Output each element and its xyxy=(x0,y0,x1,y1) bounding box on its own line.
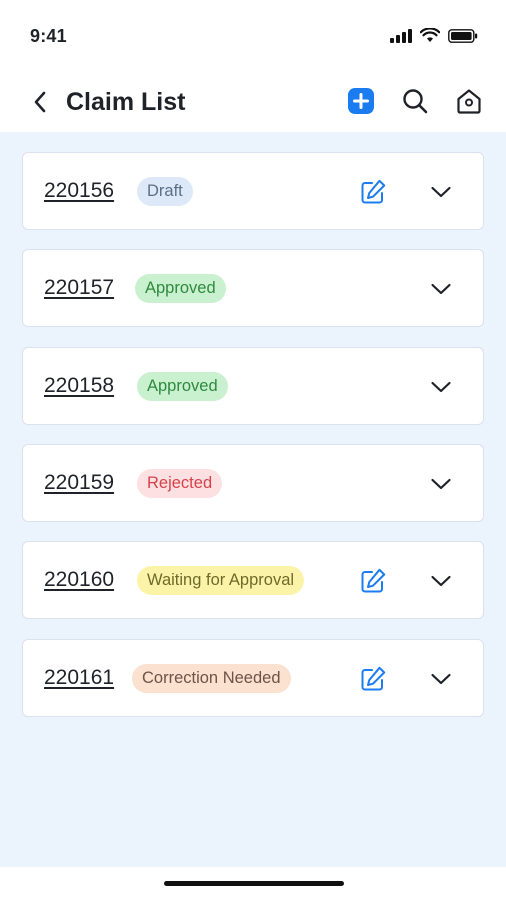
chevron-down-icon xyxy=(431,575,451,587)
expand-button[interactable] xyxy=(425,371,457,403)
claim-card[interactable]: 220160 Waiting for Approval xyxy=(22,541,484,619)
claim-id-link[interactable]: 220158 xyxy=(44,372,114,400)
edit-icon xyxy=(361,179,386,204)
bottom-area xyxy=(0,867,506,900)
status-badge: Waiting for Approval xyxy=(137,566,305,595)
status-icons xyxy=(390,28,478,43)
expand-button[interactable] xyxy=(425,176,457,208)
edit-button[interactable] xyxy=(357,663,389,695)
search-button[interactable] xyxy=(397,83,433,119)
status-badge: Rejected xyxy=(137,469,223,498)
chevron-down-icon xyxy=(431,381,451,393)
home-indicator[interactable] xyxy=(164,881,344,886)
status-badge: Draft xyxy=(137,177,193,206)
expand-button[interactable] xyxy=(425,565,457,597)
chevron-left-icon xyxy=(34,91,46,113)
chevron-down-icon xyxy=(431,186,451,198)
status-badge: Approved xyxy=(135,274,226,303)
status-bar: 9:41 xyxy=(0,0,506,74)
expand-button[interactable] xyxy=(425,273,457,305)
plus-square-icon xyxy=(348,88,374,114)
chevron-down-icon xyxy=(431,478,451,490)
chevron-down-icon xyxy=(431,673,451,685)
status-badge: Approved xyxy=(137,372,228,401)
expand-button[interactable] xyxy=(425,468,457,500)
search-icon xyxy=(403,89,428,114)
claim-card[interactable]: 220156 Draft xyxy=(22,152,484,230)
page-title: Claim List xyxy=(66,88,186,116)
claim-list: 220156 Draft 220157 Approved 220158 Appr… xyxy=(0,132,506,867)
edit-icon xyxy=(361,666,386,691)
edit-button[interactable] xyxy=(357,565,389,597)
claim-id-link[interactable]: 220160 xyxy=(44,566,114,594)
signal-icon xyxy=(390,28,412,43)
header: Claim List xyxy=(0,74,506,133)
status-badge: Correction Needed xyxy=(132,664,291,693)
chevron-down-icon xyxy=(431,283,451,295)
claim-card[interactable]: 220159 Rejected xyxy=(22,444,484,522)
claim-card[interactable]: 220161 Correction Needed xyxy=(22,639,484,717)
home-icon xyxy=(457,89,481,114)
add-claim-button[interactable] xyxy=(343,83,379,119)
back-button[interactable] xyxy=(24,84,56,120)
claim-id-link[interactable]: 220157 xyxy=(44,274,114,302)
home-button[interactable] xyxy=(451,83,487,119)
wifi-icon xyxy=(420,28,440,42)
battery-icon xyxy=(448,28,478,43)
edit-icon xyxy=(361,568,386,593)
claim-card[interactable]: 220158 Approved xyxy=(22,347,484,425)
claim-id-link[interactable]: 220159 xyxy=(44,469,114,497)
status-time: 9:41 xyxy=(30,26,67,46)
expand-button[interactable] xyxy=(425,663,457,695)
claim-id-link[interactable]: 220161 xyxy=(44,664,114,692)
edit-button[interactable] xyxy=(357,176,389,208)
claim-card[interactable]: 220157 Approved xyxy=(22,249,484,327)
claim-id-link[interactable]: 220156 xyxy=(44,177,114,205)
